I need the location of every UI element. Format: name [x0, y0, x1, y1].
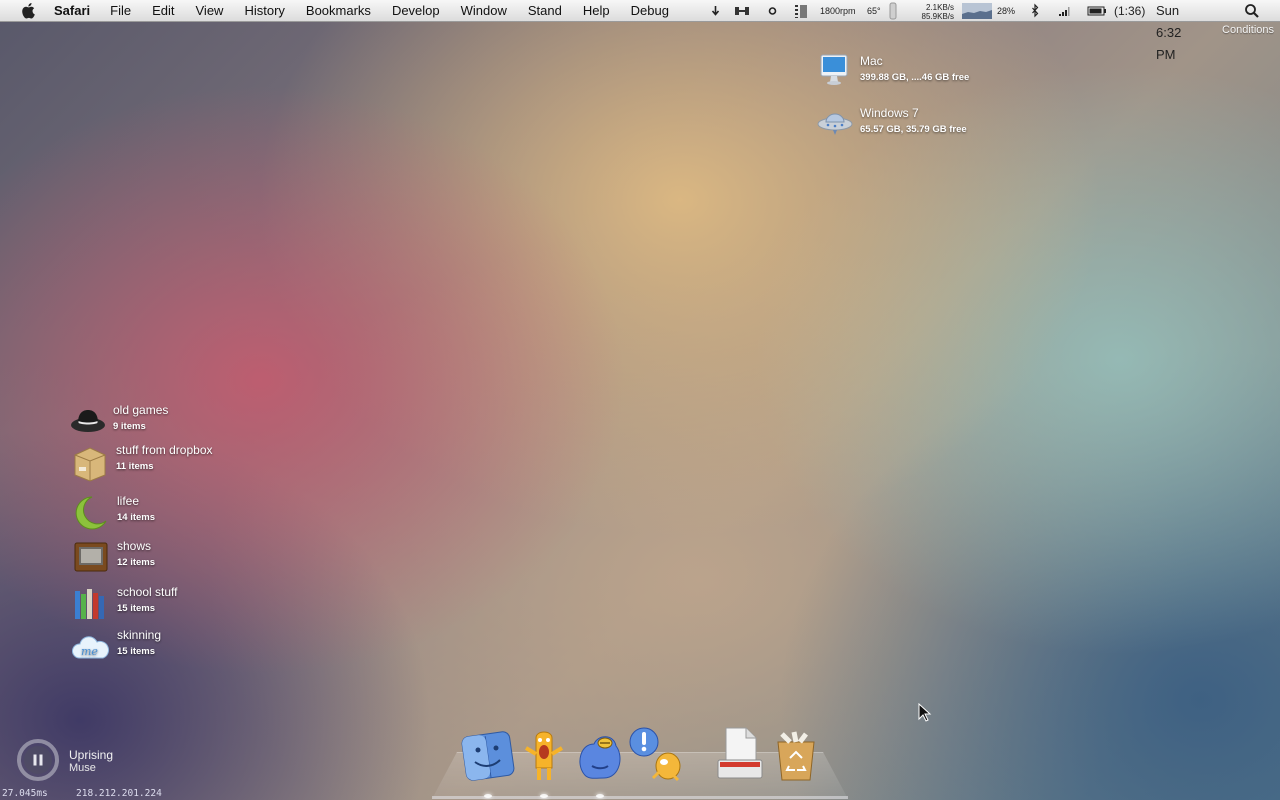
track-title: Uprising [69, 748, 114, 762]
stack-name: school stuff [117, 585, 178, 599]
menu-bookmarks[interactable]: Bookmarks [306, 0, 371, 22]
adium-icon[interactable] [520, 726, 568, 784]
stack-count: 14 items [117, 512, 156, 523]
battery-icon[interactable] [1087, 0, 1107, 22]
temperature-bar-icon [889, 0, 897, 22]
cloud-icon: me [72, 636, 110, 659]
stack-count: 9 items [113, 421, 146, 432]
svg-text:me: me [81, 645, 98, 658]
menu-bar: Safari File Edit View History Bookmarks … [0, 0, 1280, 62]
fan-speed[interactable]: 1800rpm [820, 0, 856, 22]
conditions-widget[interactable]: Conditions [1222, 24, 1274, 36]
menu-history[interactable]: History [244, 0, 284, 22]
menu-edit[interactable]: Edit [152, 0, 174, 22]
track-artist: Muse [69, 762, 96, 774]
drive-name: Mac [860, 54, 883, 68]
ip-address: 218.212.201.224 [76, 788, 162, 799]
hat-icon [71, 410, 105, 432]
drive-info: 65.57 GB, 35.79 GB free [860, 124, 967, 135]
box-icon [74, 447, 106, 482]
tv-icon [74, 542, 108, 572]
skype-icon[interactable] [574, 730, 626, 784]
menu-app-safari[interactable]: Safari [54, 0, 90, 22]
wifi-signal-icon[interactable] [1058, 0, 1070, 22]
documents-icon[interactable] [714, 724, 766, 784]
ufo-drive-icon [817, 113, 853, 135]
list-meter-icon[interactable] [794, 0, 808, 22]
spotlight-search-icon[interactable] [1244, 0, 1260, 22]
stack-name: old games [113, 403, 169, 417]
mouse-cursor-icon [918, 703, 932, 722]
dock-edge [432, 796, 848, 799]
menu-view[interactable]: View [196, 0, 224, 22]
temperature[interactable]: 65° [867, 0, 881, 22]
stack-name: stuff from dropbox [116, 443, 213, 457]
record-dot-icon[interactable] [768, 0, 777, 22]
activity-icon[interactable] [734, 0, 750, 22]
running-indicator [596, 794, 604, 798]
stack-name: skinning [117, 628, 162, 642]
menu-develop[interactable]: Develop [392, 0, 440, 22]
pause-button[interactable] [16, 738, 60, 782]
download-arrow-icon[interactable] [711, 0, 720, 22]
bluetooth-icon[interactable] [1031, 0, 1040, 22]
stack-count: 15 items [117, 603, 156, 614]
moon-icon [75, 496, 107, 530]
net-up: 2.1KB/s [925, 3, 954, 12]
running-indicator [540, 794, 548, 798]
drive-info: 399.88 GB, ....46 GB free [860, 72, 970, 83]
ping-time: 27.045ms [2, 788, 48, 799]
cpu-percent[interactable]: 28% [997, 0, 1015, 22]
menu-clock[interactable]: Sun 6:32 PM [1156, 0, 1181, 62]
battery-time[interactable]: (1:36) [1114, 0, 1145, 22]
finder-icon[interactable] [460, 728, 516, 784]
menu-window[interactable]: Window [461, 0, 507, 22]
stack-count: 12 items [117, 557, 156, 568]
growl-icon[interactable] [626, 726, 684, 782]
trash-icon[interactable] [770, 728, 822, 784]
menu-stand[interactable]: Stand [528, 0, 562, 22]
stack-name: shows [117, 539, 152, 553]
stack-name: lifee [117, 494, 140, 508]
stack-count: 15 items [117, 646, 156, 657]
books-icon [75, 589, 104, 619]
apple-icon[interactable] [20, 2, 36, 19]
network-speed[interactable]: 2.1KB/s 85.9KB/s [918, 3, 954, 25]
running-indicator [484, 794, 492, 798]
menu-file[interactable]: File [110, 0, 131, 22]
imac-icon [820, 54, 848, 85]
net-down: 85.9KB/s [921, 12, 954, 21]
menu-debug[interactable]: Debug [631, 0, 669, 22]
drive-name: Windows 7 [860, 106, 919, 120]
stack-count: 11 items [116, 461, 154, 472]
network-graph-icon [962, 0, 992, 22]
menu-help[interactable]: Help [583, 0, 610, 22]
